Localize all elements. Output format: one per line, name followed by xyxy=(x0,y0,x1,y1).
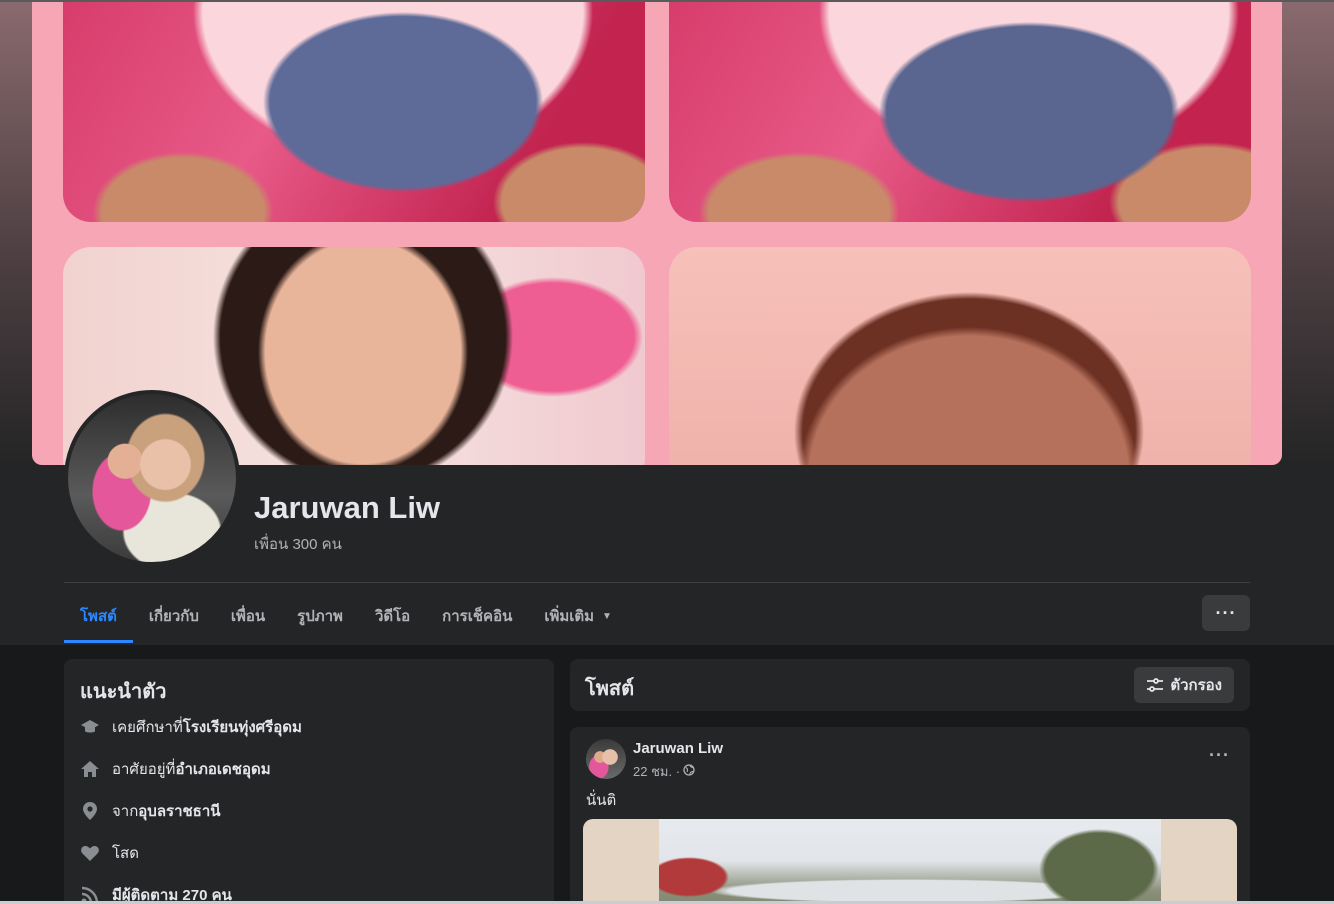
caret-down-icon: ▼ xyxy=(602,610,612,622)
intro-prefix: อาศัยอยู่ที่ xyxy=(112,761,176,778)
tab-label: เพื่อน xyxy=(230,608,266,625)
profile-more-button[interactable]: ··· xyxy=(1202,595,1250,631)
posts-title: โพสต์ xyxy=(585,678,635,700)
post-author-name[interactable]: Jaruwan Liw xyxy=(633,740,723,757)
tab-label: วิดีโอ xyxy=(374,608,411,625)
post-author-avatar[interactable] xyxy=(586,739,626,779)
tab-label: เกี่ยวกับ xyxy=(148,608,199,625)
post-meta: 22 ชม. · xyxy=(633,761,695,782)
tab-posts[interactable]: โพสต์ xyxy=(64,590,133,643)
tab-checkins[interactable]: การเช็คอิน xyxy=(426,590,528,642)
intro-prefix: จาก xyxy=(112,803,139,820)
location-pin-icon xyxy=(80,801,100,821)
intro-value[interactable]: อำเภอเดชอุดม xyxy=(175,757,270,781)
header-divider xyxy=(64,582,1250,583)
post-card: Jaruwan Liw 22 ชม. · ··· นั่นติ xyxy=(570,727,1250,904)
filter-label: ตัวกรอง xyxy=(1170,677,1222,694)
intro-item-relationship: โสด xyxy=(80,841,139,865)
intro-value[interactable]: อุบลราชธานี xyxy=(138,799,220,823)
cover-collage-photo-2 xyxy=(669,2,1251,222)
tab-videos[interactable]: วิดีโอ xyxy=(359,590,426,642)
cover-photo[interactable] xyxy=(32,2,1282,465)
cover-collage-photo-1 xyxy=(63,2,645,222)
post-photo xyxy=(659,819,1161,904)
tab-label: รูปภาพ xyxy=(297,608,343,625)
post-image[interactable] xyxy=(583,819,1237,904)
cover-collage-photo-4 xyxy=(669,247,1251,465)
posts-header: โพสต์ ตัวกรอง xyxy=(570,659,1250,711)
tab-friends[interactable]: เพื่อน xyxy=(215,590,281,642)
profile-name: Jaruwan Liw xyxy=(254,490,441,525)
intro-value[interactable]: โรงเรียนทุ่งศรีอุดม xyxy=(183,715,302,739)
heart-icon xyxy=(80,843,100,863)
intro-prefix: เคยศึกษาที่ xyxy=(112,719,183,736)
graduation-cap-icon xyxy=(80,717,100,737)
intro-title: แนะนำตัว xyxy=(80,681,167,703)
tab-label: การเช็คอิน xyxy=(442,608,513,625)
tab-label: เพิ่มเติม xyxy=(544,608,595,625)
tab-photos[interactable]: รูปภาพ xyxy=(281,590,359,642)
friends-count[interactable]: เพื่อน 300 คน xyxy=(254,532,342,556)
profile-tabs: โพสต์ เกี่ยวกับ เพื่อน รูปภาพ วิดีโอ การ… xyxy=(64,590,628,643)
post-timestamp[interactable]: 22 ชม. · xyxy=(633,761,680,782)
intro-card: แนะนำตัว เคยศึกษาที่ โรงเรียนทุ่งศรีอุดม… xyxy=(64,659,554,904)
profile-avatar[interactable] xyxy=(64,390,240,566)
filter-icon xyxy=(1147,678,1164,692)
post-text: นั่นติ xyxy=(586,792,617,809)
tab-about[interactable]: เกี่ยวกับ xyxy=(133,590,215,642)
filter-button[interactable]: ตัวกรอง xyxy=(1134,667,1234,703)
tab-more[interactable]: เพิ่มเติม ▼ xyxy=(528,590,628,642)
tab-label: โพสต์ xyxy=(80,608,117,625)
intro-value: โสด xyxy=(112,845,139,862)
intro-item-hometown: จาก อุบลราชธานี xyxy=(80,799,221,823)
post-options-button[interactable]: ··· xyxy=(1209,745,1230,766)
home-icon xyxy=(80,759,100,779)
globe-icon xyxy=(683,764,695,779)
intro-item-residence: อาศัยอยู่ที่ อำเภอเดชอุดม xyxy=(80,757,271,781)
intro-item-education: เคยศึกษาที่ โรงเรียนทุ่งศรีอุดม xyxy=(80,715,302,739)
